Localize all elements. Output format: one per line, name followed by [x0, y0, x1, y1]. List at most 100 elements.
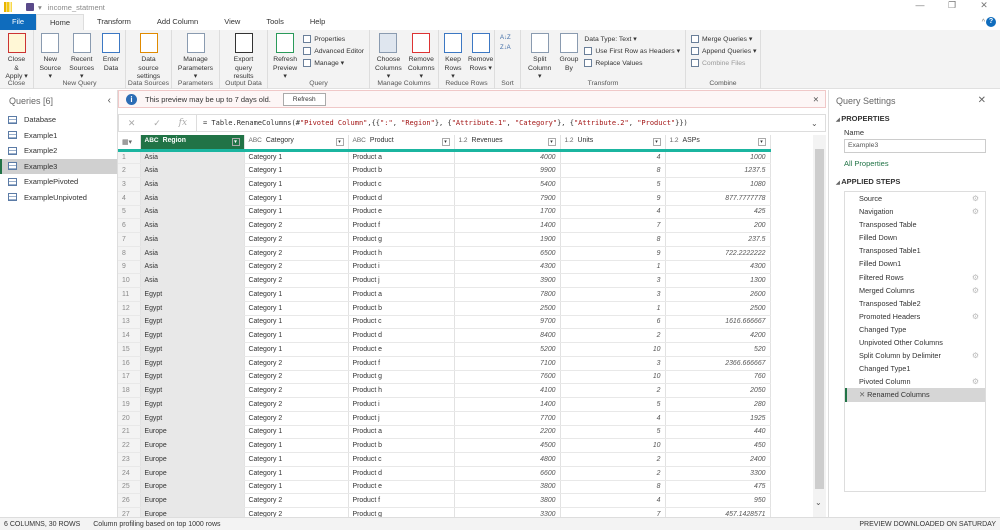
cell-product[interactable]: Product i: [348, 397, 455, 412]
cell-revenues[interactable]: 3900: [454, 273, 561, 288]
tab-tools[interactable]: Tools: [253, 14, 297, 30]
row-number[interactable]: 1: [118, 150, 141, 165]
cell-revenues[interactable]: 1400: [454, 397, 561, 412]
cell-region[interactable]: Egypt: [140, 315, 245, 330]
manage-button[interactable]: Manage ▾: [303, 59, 364, 67]
cell-units[interactable]: 7: [560, 218, 666, 233]
cell-asps[interactable]: 2400: [665, 452, 771, 467]
applied-step[interactable]: Pivoted Column ⚙: [845, 375, 985, 388]
cell-category[interactable]: Category 2: [244, 260, 349, 275]
tab-add-column[interactable]: Add Column: [144, 14, 211, 30]
row-number[interactable]: 7: [118, 232, 141, 247]
sort-ascending-button[interactable]: A↓Z: [500, 35, 511, 41]
row-number[interactable]: 13: [118, 315, 141, 330]
cell-category[interactable]: Category 2: [244, 397, 349, 412]
cell-product[interactable]: Product f: [348, 493, 455, 508]
cell-revenues[interactable]: 1700: [454, 205, 561, 220]
applied-step[interactable]: Unpivoted Other Columns: [845, 336, 985, 349]
cell-region[interactable]: Asia: [140, 232, 245, 247]
cell-asps[interactable]: 3300: [665, 466, 771, 481]
cell-category[interactable]: Category 1: [244, 287, 349, 302]
collapse-pane-icon[interactable]: ‹: [108, 95, 111, 106]
cell-category[interactable]: Category 2: [244, 370, 349, 385]
cell-category[interactable]: Category 1: [244, 191, 349, 206]
applied-step[interactable]: Merged Columns ⚙: [845, 284, 985, 297]
gear-icon[interactable]: ⚙: [972, 349, 979, 362]
data-type-dropdown[interactable]: Data Type: Text ▾: [584, 35, 680, 43]
cell-category[interactable]: Category 2: [244, 273, 349, 288]
query-item[interactable]: Example1: [0, 128, 117, 144]
formula-input[interactable]: = Table.RenameColumns(#"Pivoted Column",…: [197, 119, 811, 127]
cell-revenues[interactable]: 6500: [454, 246, 561, 261]
cell-product[interactable]: Product e: [348, 342, 455, 357]
cell-category[interactable]: Category 1: [244, 177, 349, 192]
cell-asps[interactable]: 4300: [665, 260, 771, 275]
row-number[interactable]: 27: [118, 507, 141, 517]
cell-category[interactable]: Category 1: [244, 205, 349, 220]
cell-units[interactable]: 7: [560, 507, 666, 517]
cell-revenues[interactable]: 2200: [454, 425, 561, 440]
fx-icon[interactable]: fx: [179, 118, 187, 128]
cell-product[interactable]: Product d: [348, 191, 455, 206]
cell-region[interactable]: Egypt: [140, 287, 245, 302]
applied-step[interactable]: Filled Down: [845, 231, 985, 244]
cell-region[interactable]: Egypt: [140, 411, 245, 426]
row-number[interactable]: 6: [118, 218, 141, 233]
row-number[interactable]: 11: [118, 287, 141, 302]
row-number[interactable]: 5: [118, 205, 141, 220]
row-number[interactable]: 12: [118, 301, 141, 316]
cell-units[interactable]: 8: [560, 480, 666, 495]
cell-units[interactable]: 8: [560, 232, 666, 247]
cell-region[interactable]: Europe: [140, 507, 245, 517]
cell-asps[interactable]: 475: [665, 480, 771, 495]
cell-region[interactable]: Europe: [140, 466, 245, 481]
column-type-icon[interactable]: ABC: [249, 137, 262, 144]
gear-icon[interactable]: ⚙: [972, 284, 979, 297]
cell-revenues[interactable]: 3300: [454, 507, 561, 517]
cell-region[interactable]: Asia: [140, 191, 245, 206]
column-header-product[interactable]: ABC Product ▾: [348, 135, 455, 152]
column-filter-dropdown-icon[interactable]: ▾: [757, 138, 766, 147]
applied-step[interactable]: Transposed Table1: [845, 244, 985, 257]
sort-descending-button[interactable]: Z↓A: [500, 45, 511, 51]
cell-units[interactable]: 2: [560, 383, 666, 398]
column-type-icon[interactable]: 1.2: [565, 137, 574, 144]
cell-revenues[interactable]: 7600: [454, 370, 561, 385]
column-header-asps[interactable]: 1.2 ASPs ▾: [665, 135, 771, 152]
cell-units[interactable]: 2: [560, 452, 666, 467]
cell-asps[interactable]: 722.2222222: [665, 246, 771, 261]
row-number[interactable]: 22: [118, 438, 141, 453]
cell-units[interactable]: 9: [560, 246, 666, 261]
row-number[interactable]: 23: [118, 452, 141, 467]
cell-category[interactable]: Category 1: [244, 438, 349, 453]
cell-product[interactable]: Product b: [348, 163, 455, 178]
use-first-row-headers-button[interactable]: Use First Row as Headers ▾: [584, 47, 680, 55]
cell-revenues[interactable]: 7800: [454, 287, 561, 302]
cell-units[interactable]: 5: [560, 177, 666, 192]
scrollbar-thumb[interactable]: [815, 149, 824, 489]
cell-revenues[interactable]: 2500: [454, 301, 561, 316]
cell-region[interactable]: Asia: [140, 177, 245, 192]
cell-product[interactable]: Product f: [348, 356, 455, 371]
cell-asps[interactable]: 2050: [665, 383, 771, 398]
cell-units[interactable]: 5: [560, 425, 666, 440]
cell-region[interactable]: Asia: [140, 260, 245, 275]
cell-category[interactable]: Category 2: [244, 507, 349, 517]
cell-units[interactable]: 2: [560, 328, 666, 343]
row-number[interactable]: 2: [118, 163, 141, 178]
cell-product[interactable]: Product e: [348, 205, 455, 220]
row-number[interactable]: 9: [118, 260, 141, 275]
query-name-input[interactable]: Example3: [844, 139, 986, 153]
check-icon[interactable]: ✓: [153, 118, 161, 129]
applied-step[interactable]: Filtered Rows ⚙: [845, 271, 985, 284]
row-number[interactable]: 19: [118, 397, 141, 412]
row-number[interactable]: 3: [118, 177, 141, 192]
close-settings-icon[interactable]: ✕: [978, 95, 986, 106]
cell-region[interactable]: Asia: [140, 205, 245, 220]
profiling-status[interactable]: Column profiling based on top 1000 rows: [93, 521, 220, 528]
cell-revenues[interactable]: 9700: [454, 315, 561, 330]
scroll-down-icon[interactable]: ⌄: [815, 498, 822, 507]
cell-region[interactable]: Asia: [140, 273, 245, 288]
cell-asps[interactable]: 1616.666667: [665, 315, 771, 330]
cell-region[interactable]: Europe: [140, 493, 245, 508]
